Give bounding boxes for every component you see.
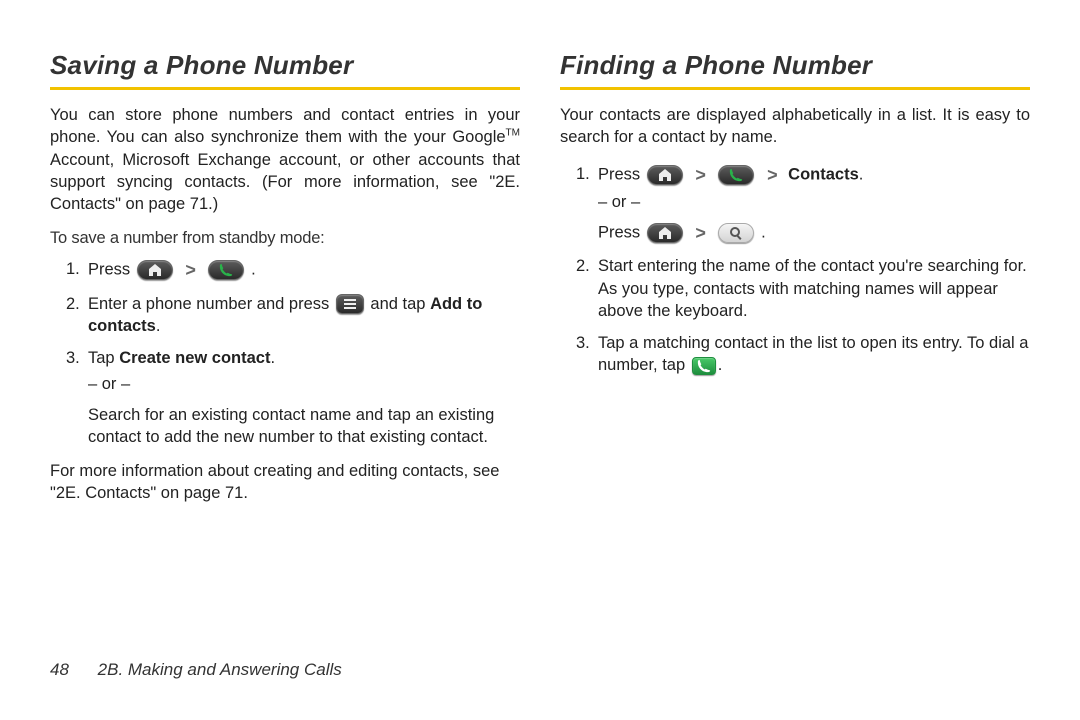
home-key-icon xyxy=(647,223,683,243)
call-button-icon xyxy=(692,357,716,375)
text: Press xyxy=(598,165,645,183)
text: . xyxy=(251,261,256,279)
step-number: 1. xyxy=(66,258,80,280)
step-1: 1. Press > > Contacts. – or – Press > . xyxy=(580,163,1030,246)
saving-subhead: To save a number from standby mode: xyxy=(50,229,520,248)
search-key-icon xyxy=(718,223,754,243)
text: . xyxy=(859,165,864,183)
home-key-icon xyxy=(647,165,683,185)
phone-key-icon xyxy=(208,260,244,280)
rule xyxy=(560,87,1030,90)
chevron-icon: > xyxy=(767,163,778,187)
chevron-icon: > xyxy=(695,163,706,187)
step-3-alt: Search for an existing contact name and … xyxy=(88,404,520,449)
chevron-icon: > xyxy=(695,221,706,245)
step-1-alt: Press > . xyxy=(598,221,1030,245)
text: . xyxy=(270,349,275,367)
home-key-icon xyxy=(137,260,173,280)
text: . xyxy=(718,356,723,374)
section-title-finding: Finding a Phone Number xyxy=(560,50,1030,81)
section-finding: Finding a Phone Number Your contacts are… xyxy=(560,50,1030,505)
step-2: 2. Start entering the name of the contac… xyxy=(580,255,1030,322)
saving-intro: You can store phone numbers and contact … xyxy=(50,104,520,215)
section-ref: 2B. Making and Answering Calls xyxy=(98,660,342,679)
step-1: 1. Press > . xyxy=(70,258,520,282)
chevron-icon: > xyxy=(185,258,196,282)
text: Tap a matching contact in the list to op… xyxy=(598,334,1028,374)
step-number: 2. xyxy=(66,293,80,315)
trademark: TM xyxy=(506,128,520,139)
text: and tap xyxy=(370,295,430,313)
saving-after: For more information about creating and … xyxy=(50,460,520,505)
text: Tap xyxy=(88,349,119,367)
or-divider: – or – xyxy=(598,191,1030,213)
text: You can store phone numbers and contact … xyxy=(50,106,520,146)
saving-steps: 1. Press > . 2. Enter a phone number and… xyxy=(50,258,520,448)
step-number: 2. xyxy=(576,255,590,277)
step-number: 1. xyxy=(576,163,590,185)
bold-text: Create new contact xyxy=(119,349,270,367)
text: Press xyxy=(598,224,645,242)
text: Start entering the name of the contact y… xyxy=(598,257,1027,320)
step-2: 2. Enter a phone number and press and ta… xyxy=(70,293,520,338)
step-3: 3. Tap a matching contact in the list to… xyxy=(580,332,1030,377)
section-title-saving: Saving a Phone Number xyxy=(50,50,520,81)
text: . xyxy=(156,317,161,335)
text: . xyxy=(761,224,766,242)
phone-key-icon xyxy=(718,165,754,185)
text: Enter a phone number and press xyxy=(88,295,334,313)
section-saving: Saving a Phone Number You can store phon… xyxy=(50,50,520,505)
or-divider: – or – xyxy=(88,373,520,395)
page-footer: 48 2B. Making and Answering Calls xyxy=(50,660,342,680)
rule xyxy=(50,87,520,90)
page-number: 48 xyxy=(50,660,69,679)
menu-key-icon xyxy=(336,294,364,314)
step-3: 3. Tap Create new contact. – or – Search… xyxy=(70,347,520,448)
text: Account, Microsoft Exchange account, or … xyxy=(50,151,520,214)
finding-steps: 1. Press > > Contacts. – or – Press > . … xyxy=(560,163,1030,377)
step-number: 3. xyxy=(576,332,590,354)
bold-text: Contacts xyxy=(788,165,859,183)
step-number: 3. xyxy=(66,347,80,369)
text: Press xyxy=(88,261,135,279)
finding-intro: Your contacts are displayed alphabetical… xyxy=(560,104,1030,149)
